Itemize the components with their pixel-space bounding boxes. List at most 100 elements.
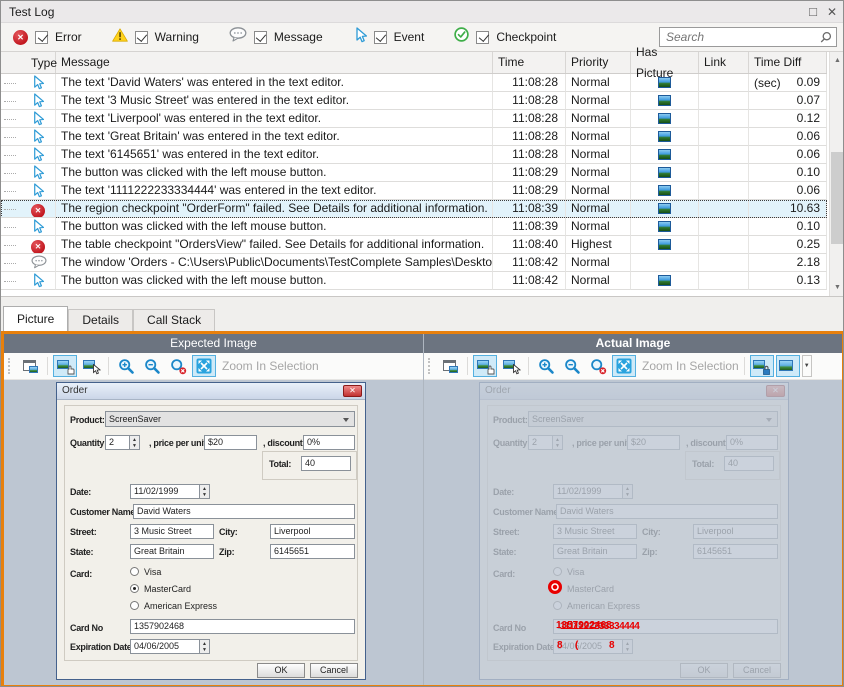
column-header-message[interactable]: Message bbox=[56, 52, 493, 73]
open-image-viewer-button[interactable] bbox=[18, 355, 42, 377]
cell-time: 11:08:42 bbox=[493, 254, 566, 272]
log-row[interactable]: The window 'Orders - C:\Users\Public\Doc… bbox=[1, 254, 827, 272]
cell-time-diff: 0.06 bbox=[749, 182, 827, 200]
lock-image-button[interactable] bbox=[750, 355, 774, 377]
state-label: State: bbox=[493, 547, 516, 557]
discount-field: 0% bbox=[726, 435, 778, 450]
table-body: The text 'David Waters' was entered in t… bbox=[1, 74, 844, 290]
column-header-time[interactable]: Time bbox=[493, 52, 566, 73]
cell-priority: Normal bbox=[566, 128, 631, 146]
picture-thumbnail-icon[interactable] bbox=[658, 131, 671, 142]
picture-thumbnail-icon[interactable] bbox=[658, 275, 671, 286]
error-checkbox[interactable] bbox=[35, 31, 48, 44]
tab-details[interactable]: Details bbox=[68, 309, 133, 331]
zoom-fit-button[interactable] bbox=[192, 355, 216, 377]
tab-call-stack[interactable]: Call Stack bbox=[133, 309, 215, 331]
cell-has-picture bbox=[631, 254, 699, 272]
filter-label-event: Event bbox=[394, 30, 425, 44]
zip-field: 6145651 bbox=[693, 544, 778, 559]
search-icon bbox=[820, 31, 832, 43]
log-row[interactable]: The button was clicked with the left mou… bbox=[1, 164, 827, 182]
cell-link bbox=[699, 110, 749, 128]
picture-thumbnail-icon[interactable] bbox=[658, 149, 671, 160]
city-field: Liverpool bbox=[693, 524, 778, 539]
maximize-icon[interactable] bbox=[809, 6, 817, 18]
window-title: Test Log bbox=[9, 1, 54, 23]
cell-has-picture bbox=[631, 110, 699, 128]
cell-link bbox=[699, 182, 749, 200]
toolbar-grip[interactable] bbox=[8, 358, 13, 374]
product-combobox: ScreenSaver bbox=[105, 411, 355, 427]
zoom-reset-button[interactable] bbox=[166, 355, 190, 377]
cell-link bbox=[699, 128, 749, 146]
cell-link bbox=[699, 272, 749, 290]
picture-thumbnail-icon[interactable] bbox=[658, 221, 671, 232]
log-row[interactable]: The text '6145651' was entered in the te… bbox=[1, 146, 827, 164]
log-row[interactable]: The button was clicked with the left mou… bbox=[1, 272, 827, 290]
background-image-dropdown-icon[interactable] bbox=[802, 355, 812, 377]
date-spinner-icon bbox=[622, 484, 633, 499]
pan-tool-button[interactable] bbox=[53, 355, 77, 377]
cell-priority: Normal bbox=[566, 218, 631, 236]
zoom-out-button[interactable] bbox=[560, 355, 584, 377]
toolbar-grip[interactable] bbox=[428, 358, 433, 374]
zoom-in-button[interactable] bbox=[534, 355, 558, 377]
picture-thumbnail-icon[interactable] bbox=[658, 95, 671, 106]
cell-time: 11:08:29 bbox=[493, 182, 566, 200]
filter-error: Error bbox=[13, 30, 82, 45]
log-row[interactable]: The region checkpoint "OrderForm" failed… bbox=[1, 200, 827, 218]
table-scrollbar[interactable] bbox=[829, 52, 844, 296]
log-row[interactable]: The text 'Great Britain' was entered in … bbox=[1, 128, 827, 146]
column-header-priority[interactable]: Priority bbox=[566, 52, 631, 73]
close-icon[interactable] bbox=[827, 6, 837, 18]
cell-time: 11:08:39 bbox=[493, 200, 566, 218]
picture-thumbnail-icon[interactable] bbox=[658, 77, 671, 88]
cell-priority: Normal bbox=[566, 254, 631, 272]
picture-thumbnail-icon[interactable] bbox=[658, 185, 671, 196]
cell-link bbox=[699, 74, 749, 92]
zoom-in-button[interactable] bbox=[114, 355, 138, 377]
pan-tool-button[interactable] bbox=[473, 355, 497, 377]
picture-thumbnail-icon[interactable] bbox=[658, 167, 671, 178]
card-no-field: 1357902468 bbox=[553, 619, 778, 634]
log-row[interactable]: The text '3 Music Street' was entered in… bbox=[1, 92, 827, 110]
ok-button-image: OK bbox=[257, 663, 305, 678]
zoom-out-button[interactable] bbox=[140, 355, 164, 377]
event-checkbox[interactable] bbox=[374, 31, 387, 44]
picture-thumbnail-icon[interactable] bbox=[658, 203, 671, 214]
cell-priority: Normal bbox=[566, 200, 631, 218]
warning-checkbox[interactable] bbox=[135, 31, 148, 44]
select-tool-button[interactable] bbox=[79, 355, 103, 377]
log-row[interactable]: The text '1111222233334444' was entered … bbox=[1, 182, 827, 200]
select-tool-button[interactable] bbox=[499, 355, 523, 377]
log-row[interactable]: The text 'Liverpool' was entered in the … bbox=[1, 110, 827, 128]
scrollbar-thumb[interactable] bbox=[831, 152, 844, 244]
message-checkbox[interactable] bbox=[254, 31, 267, 44]
picture-thumbnail-icon[interactable] bbox=[658, 113, 671, 124]
event-icon bbox=[1, 218, 56, 236]
column-header-has-picture[interactable]: Has Picture bbox=[631, 52, 699, 73]
error-icon bbox=[13, 30, 28, 45]
column-header-type[interactable]: Type bbox=[1, 52, 56, 73]
picture-thumbnail-icon[interactable] bbox=[658, 239, 671, 250]
street-field: 3 Music Street bbox=[553, 524, 637, 539]
quantity-spinner-icon bbox=[552, 435, 563, 450]
checkpoint-checkbox[interactable] bbox=[476, 31, 489, 44]
tab-picture[interactable]: Picture bbox=[3, 306, 68, 331]
column-header-link[interactable]: Link bbox=[699, 52, 749, 73]
cell-priority: Normal bbox=[566, 272, 631, 290]
log-row[interactable]: The table checkpoint "OrdersView" failed… bbox=[1, 236, 827, 254]
street-label: Street: bbox=[70, 527, 96, 537]
scroll-down-icon[interactable] bbox=[830, 280, 844, 295]
scroll-up-icon[interactable] bbox=[830, 53, 844, 68]
background-image-button[interactable] bbox=[776, 355, 800, 377]
visa-radio bbox=[130, 567, 139, 576]
log-row[interactable]: The text 'David Waters' was entered in t… bbox=[1, 74, 827, 92]
cell-message: The text '6145651' was entered in the te… bbox=[56, 146, 493, 164]
zoom-fit-button[interactable] bbox=[612, 355, 636, 377]
column-header-time-diff[interactable]: Time Diff (sec) bbox=[749, 52, 827, 73]
log-row[interactable]: The button was clicked with the left mou… bbox=[1, 218, 827, 236]
cell-time: 11:08:42 bbox=[493, 272, 566, 290]
zoom-reset-button[interactable] bbox=[586, 355, 610, 377]
open-image-viewer-button[interactable] bbox=[438, 355, 462, 377]
